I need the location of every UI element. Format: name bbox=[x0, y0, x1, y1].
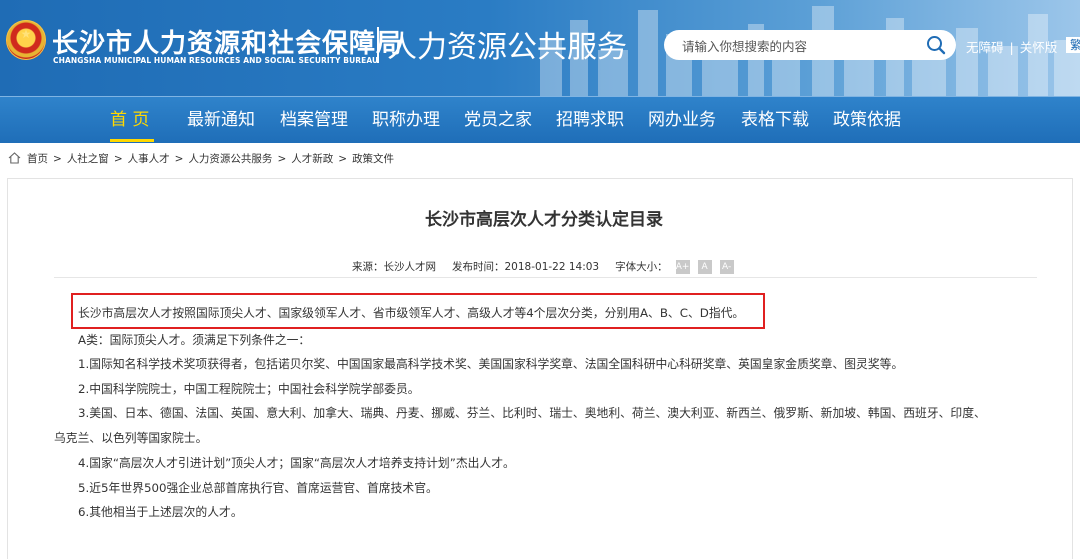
article-paragraph-item-6: 6.其他相当于上述层次的人才。 bbox=[78, 505, 243, 519]
nav-form-downloads[interactable]: 表格下载 bbox=[741, 97, 809, 143]
accessible-mode-link[interactable]: 无障碍 bbox=[966, 40, 1004, 55]
font-size-label: 字体大小： bbox=[615, 261, 668, 273]
nav-title-processing[interactable]: 职称办理 bbox=[372, 97, 440, 143]
national-emblem-logo: ★ bbox=[6, 20, 46, 60]
article-paragraph-intro: 长沙市高层次人才按照国际顶尖人才、国家级领军人才、省市级领军人才、高级人才等4个… bbox=[78, 306, 745, 320]
article-paragraph-item-1: 1.国际知名科学技术奖项获得者，包括诺贝尔奖、中国国家最高科学技术奖、美国国家科… bbox=[78, 357, 904, 371]
title-divider bbox=[377, 27, 379, 63]
meta-divider bbox=[54, 277, 1037, 278]
home-icon bbox=[8, 152, 21, 164]
bureau-name-cn: 长沙市人力资源和社会保障局 bbox=[52, 29, 404, 59]
breadcrumb-policy-files[interactable]: 政策文件 bbox=[352, 153, 394, 165]
article-title: 长沙市高层次人才分类认定目录 bbox=[425, 210, 663, 230]
bureau-name-en: CHANGSHA MUNICIPAL HUMAN RESOURCES AND S… bbox=[53, 56, 379, 65]
article-paragraph-item-3-cont: 乌克兰、以色列等国家院士。 bbox=[54, 431, 208, 445]
article-meta: 来源：长沙人才网 发布时间：2018-01-22 14:03 字体大小： A+ A A- bbox=[352, 259, 734, 274]
nav-archive-management[interactable]: 档案管理 bbox=[280, 97, 348, 143]
search-input[interactable] bbox=[680, 36, 914, 56]
nav-policy-basis[interactable]: 政策依据 bbox=[833, 97, 901, 143]
breadcrumb-talent-policy[interactable]: 人才新政 bbox=[291, 153, 333, 165]
article-paragraph-item-2: 2.中国科学院院士，中国工程院院士；中国社会科学院学部委员。 bbox=[78, 382, 420, 396]
article-paragraph-item-3: 3.美国、日本、德国、法国、英国、意大利、加拿大、瑞典、丹麦、挪威、芬兰、比利时… bbox=[78, 406, 986, 420]
breadcrumb-hrss-window[interactable]: 人社之窗 bbox=[67, 153, 109, 165]
main-nav: 首 页 最新通知 档案管理 职称办理 党员之家 招聘求职 网办业务 表格下载 政… bbox=[0, 96, 1080, 143]
site-header: ★ 长沙市人力资源和社会保障局 CHANGSHA MUNICIPAL HUMAN… bbox=[0, 0, 1080, 96]
font-increase-button[interactable]: A+ bbox=[675, 260, 690, 274]
nav-online-services[interactable]: 网办业务 bbox=[648, 97, 716, 143]
top-links: 无障碍 | 关怀版 bbox=[966, 40, 1058, 55]
search-box bbox=[664, 30, 956, 60]
nav-party-home[interactable]: 党员之家 bbox=[464, 97, 532, 143]
article-paragraph-item-4: 4.国家“高层次人才引进计划”顶尖人才；国家“高层次人才培养支持计划”杰出人才。 bbox=[78, 456, 515, 470]
article-paragraph-class-a: A类：国际顶尖人才。须满足下列条件之一： bbox=[78, 333, 311, 347]
elderly-mode-link[interactable]: 关怀版 bbox=[1020, 40, 1058, 55]
breadcrumb-personnel[interactable]: 人事人才 bbox=[128, 153, 170, 165]
traditional-chinese-button[interactable]: 繁 bbox=[1066, 37, 1080, 53]
nav-latest-notices[interactable]: 最新通知 bbox=[187, 97, 255, 143]
breadcrumb-home[interactable]: 首页 bbox=[27, 153, 48, 165]
breadcrumb: 首页 > 人社之窗 > 人事人才 > 人力资源公共服务 > 人才新政 > 政策文件 bbox=[8, 151, 394, 166]
article-source: 来源：长沙人才网 bbox=[352, 261, 436, 273]
article-publish-time: 发布时间：2018-01-22 14:03 bbox=[452, 261, 600, 273]
portal-name: 人力资源公共服务 bbox=[387, 30, 627, 65]
font-decrease-button[interactable]: A- bbox=[719, 260, 734, 274]
nav-recruitment[interactable]: 招聘求职 bbox=[556, 97, 624, 143]
font-reset-button[interactable]: A bbox=[697, 260, 712, 274]
nav-active-indicator bbox=[110, 139, 154, 142]
nav-home[interactable]: 首 页 bbox=[110, 97, 149, 143]
breadcrumb-hr-public-service[interactable]: 人力资源公共服务 bbox=[188, 153, 272, 165]
search-icon[interactable] bbox=[926, 35, 946, 55]
article-paragraph-item-5: 5.近5年世界500强企业总部首席执行官、首席运营官、首席技术官。 bbox=[78, 481, 438, 495]
